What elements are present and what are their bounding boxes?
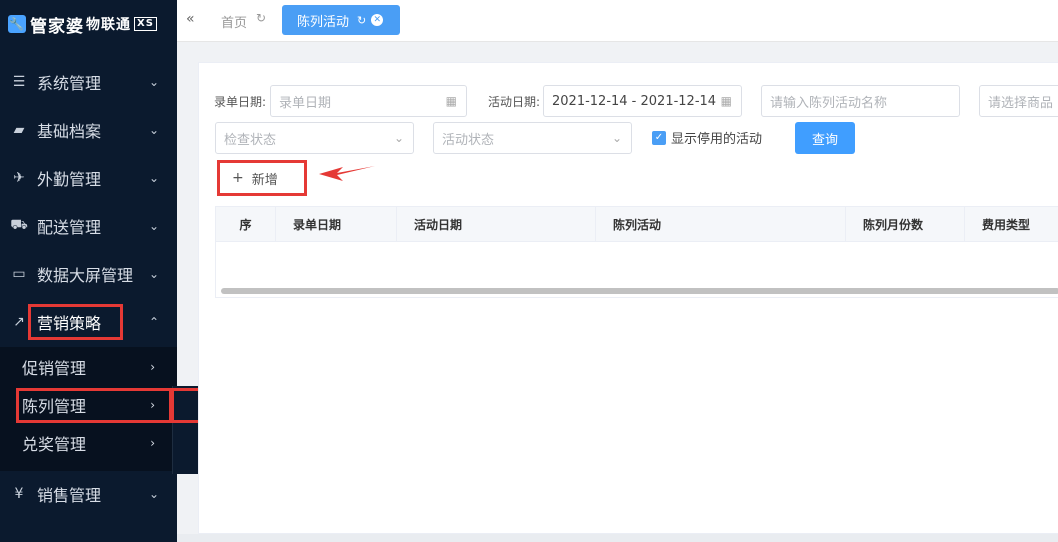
entry-date-input[interactable]: 录单日期 ▦ xyxy=(270,85,467,117)
sidebar-item-label: 外勤管理 xyxy=(37,170,102,189)
submenu-item-label: 兑奖管理 xyxy=(22,435,87,454)
sidebar-item-dashboard[interactable]: ▭ 数据大屏管理 ⌄ xyxy=(0,250,177,298)
sidebar-item-label: 销售管理 xyxy=(37,486,102,505)
monitor-icon: ▭ xyxy=(12,266,26,282)
display-activity-table: 序 录单日期 活动日期 陈列活动 陈列月份数 费用类型 xyxy=(215,206,1058,298)
main-panel: 录单日期: 录单日期 ▦ 活动日期: 2021-12-14 - 2021-12-… xyxy=(198,62,1058,534)
sidebar-item-label: 数据大屏管理 xyxy=(37,266,134,285)
chevron-down-icon: ⌄ xyxy=(611,131,622,145)
column-header-fee-type[interactable]: 费用类型 xyxy=(965,207,1058,242)
activity-name-input[interactable]: 请输入陈列活动名称 xyxy=(761,85,960,117)
column-header-display-activity[interactable]: 陈列活动 xyxy=(596,207,846,242)
column-header-months[interactable]: 陈列月份数 xyxy=(846,207,965,242)
chevron-down-icon: ⌄ xyxy=(148,219,159,233)
tab-home[interactable]: 首页 xyxy=(221,12,247,31)
tab-label: 陈列活动 xyxy=(297,14,350,30)
activity-date-label: 活动日期: xyxy=(488,95,541,109)
checkbox-checked-icon[interactable]: ✓ xyxy=(652,130,666,145)
app-logo: 🔧 管家婆 物联通 XS xyxy=(0,0,177,48)
highlight-box-add xyxy=(217,160,307,196)
sidebar-item-label: 配送管理 xyxy=(37,218,102,237)
truck-icon: ⛟ xyxy=(10,217,28,233)
show-disabled-label: 显示停用的活动 xyxy=(671,132,763,147)
submenu-item-prize[interactable]: 兑奖管理 › xyxy=(0,424,177,462)
activity-status-select[interactable]: 活动状态 ⌄ xyxy=(433,122,632,154)
table-header: 序 录单日期 活动日期 陈列活动 陈列月份数 费用类型 xyxy=(216,207,1058,242)
sidebar-item-system[interactable]: ☰ 系统管理 ⌄ xyxy=(0,58,177,106)
wrench-icon: 🔧 xyxy=(8,15,26,33)
logo-main: 管家婆 xyxy=(30,16,84,37)
product-select[interactable]: 请选择商品 xyxy=(979,85,1058,117)
sidebar: 🔧 管家婆 物联通 XS ☰ 系统管理 ⌄ ▰ 基础档案 ⌄ ✈ 外勤管理 ⌄ … xyxy=(0,0,177,542)
highlight-box-display xyxy=(16,388,172,423)
chevron-up-icon: ⌃ xyxy=(148,315,159,329)
plane-icon: ✈ xyxy=(13,170,25,186)
sidebar-item-field[interactable]: ✈ 外勤管理 ⌄ xyxy=(0,154,177,202)
chevron-down-icon: ⌄ xyxy=(148,123,159,137)
sidebar-item-delivery[interactable]: ⛟ 配送管理 ⌄ xyxy=(0,202,177,250)
submenu-item-label: 促销管理 xyxy=(22,359,87,378)
check-status-select[interactable]: 检查状态 ⌄ xyxy=(215,122,414,154)
show-disabled-checkbox[interactable]: ✓ 显示停用的活动 xyxy=(652,128,762,147)
logo-tag: XS xyxy=(134,17,157,31)
tab-display-activity[interactable]: 陈列活动 ↻ ✕ xyxy=(282,5,400,35)
collapse-sidebar-icon[interactable]: « xyxy=(186,11,195,27)
column-header-activity-date[interactable]: 活动日期 xyxy=(397,207,596,242)
sliders-icon: ☰ xyxy=(12,74,26,90)
entry-date-label: 录单日期: xyxy=(214,95,267,109)
column-header-index[interactable]: 序 xyxy=(216,207,276,242)
activity-date-input[interactable]: 2021-12-14 - 2021-12-14 ▦ xyxy=(543,85,742,117)
chevron-down-icon: ⌄ xyxy=(148,171,159,185)
calendar-icon: ▦ xyxy=(720,94,732,108)
activity-date-value: 2021-12-14 - 2021-12-14 xyxy=(552,93,717,109)
product-placeholder: 请选择商品 xyxy=(988,95,1054,111)
check-status-placeholder: 检查状态 xyxy=(224,132,277,148)
highlight-box-marketing xyxy=(28,304,123,340)
bottom-strip xyxy=(177,534,1058,542)
refresh-icon[interactable]: ↻ xyxy=(256,11,266,25)
share-icon: ↗ xyxy=(13,314,25,330)
folder-icon: ▰ xyxy=(13,122,25,138)
table-horizontal-scrollbar[interactable] xyxy=(221,288,1058,294)
chevron-right-icon: › xyxy=(150,436,155,450)
chevron-down-icon: ⌄ xyxy=(148,267,159,281)
sidebar-item-archives[interactable]: ▰ 基础档案 ⌄ xyxy=(0,106,177,154)
chevron-down-icon: ⌄ xyxy=(148,75,159,89)
chevron-down-icon: ⌄ xyxy=(148,487,159,501)
chevron-down-icon: ⌄ xyxy=(393,131,404,145)
query-button[interactable]: 查询 xyxy=(795,122,855,154)
column-header-entry-date[interactable]: 录单日期 xyxy=(276,207,397,242)
sidebar-item-sales[interactable]: ¥ 销售管理 ⌄ xyxy=(0,470,177,518)
sidebar-item-label: 基础档案 xyxy=(37,122,102,141)
annotation-arrow-icon xyxy=(319,166,375,181)
activity-status-placeholder: 活动状态 xyxy=(442,132,495,148)
submenu-item-promotion[interactable]: 促销管理 › xyxy=(0,348,177,386)
refresh-icon[interactable]: ↻ xyxy=(357,14,366,27)
entry-date-placeholder: 录单日期 xyxy=(279,95,332,111)
calendar-icon: ▦ xyxy=(445,94,457,108)
logo-sub: 物联通 xyxy=(86,17,131,33)
close-icon[interactable]: ✕ xyxy=(371,14,384,26)
yen-icon: ¥ xyxy=(14,486,24,502)
chevron-right-icon: › xyxy=(150,360,155,374)
activity-name-placeholder: 请输入陈列活动名称 xyxy=(770,95,888,111)
top-bar: « 首页 ↻ 陈列活动 ↻ ✕ xyxy=(177,0,1058,42)
sidebar-item-label: 系统管理 xyxy=(37,74,102,93)
